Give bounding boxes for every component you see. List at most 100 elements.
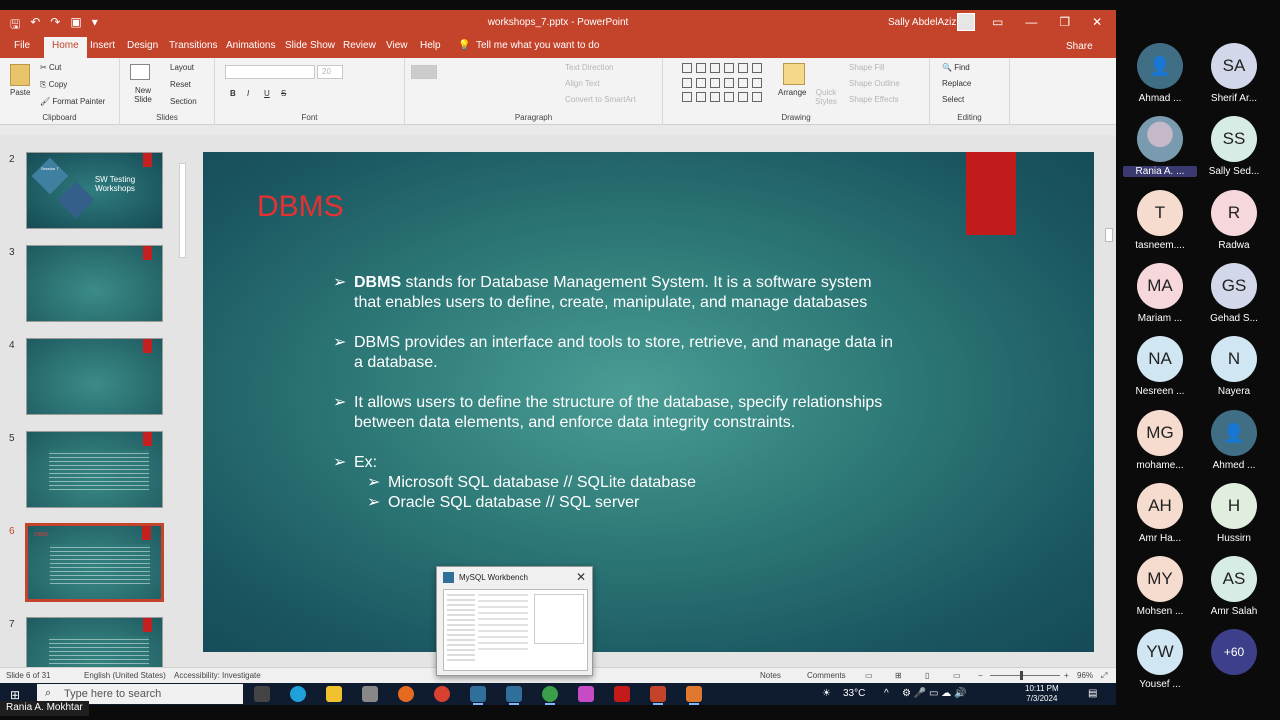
participant-tile[interactable]: SA Sherif Ar... <box>1197 43 1271 115</box>
fit-slide-icon[interactable]: ⤢ <box>1101 671 1107 681</box>
font-name-box[interactable] <box>225 65 315 79</box>
participant-tile[interactable]: NA Nesreen ... <box>1123 336 1197 408</box>
tab-insert[interactable]: Insert <box>90 40 115 51</box>
participant-tile[interactable]: AS Amr Salah <box>1197 556 1271 628</box>
account-avatar[interactable] <box>957 13 975 31</box>
account-name[interactable]: Sally AbdelAziz <box>888 17 956 28</box>
zoom-slider[interactable] <box>990 675 1060 676</box>
weather-temp[interactable]: 33°C <box>843 688 865 699</box>
bold-button[interactable]: B <box>230 89 236 98</box>
participant-tile[interactable]: YW Yousef ... <box>1123 629 1197 701</box>
zoom-slider-knob[interactable] <box>1020 671 1023 680</box>
participant-tile[interactable]: MA Mariam ... <box>1123 262 1197 335</box>
participant-tile[interactable]: Ttasneem.... <box>1123 189 1197 262</box>
tab-home[interactable]: Home <box>44 37 87 58</box>
text-direction-button[interactable]: Text Direction <box>565 63 613 72</box>
slide-canvas[interactable]: DBMS ➢ DBMS stands for Database Manageme… <box>203 152 1094 652</box>
edge-icon[interactable] <box>290 686 306 702</box>
shapes-gallery[interactable] <box>682 63 764 105</box>
arrange-icon[interactable] <box>783 63 805 85</box>
file-explorer-icon[interactable] <box>326 686 342 702</box>
zoom-level[interactable]: 96% <box>1077 671 1093 680</box>
copy-button[interactable]: ⎘ Copy <box>40 80 67 90</box>
participant-tile[interactable]: H Hussirn <box>1197 482 1271 555</box>
firefox-icon[interactable] <box>398 686 414 702</box>
participant-tile[interactable]: AH Amr Ha... <box>1123 482 1197 555</box>
tab-help[interactable]: Help <box>420 40 441 51</box>
cut-button[interactable]: ✂ Cut <box>40 63 61 72</box>
slide-thumbnail-2[interactable]: 2 Session 7 SW Testing Workshops <box>0 152 180 232</box>
weather-icon[interactable]: ☀ <box>822 688 831 699</box>
slide-thumbnail-3[interactable]: 3 <box>0 245 180 325</box>
more-participants-button[interactable]: +60 <box>1211 629 1257 676</box>
slide-thumbnail-6[interactable]: 6 DBMS <box>0 523 180 604</box>
taskbar-preview-popup[interactable]: MySQL Workbench ✕ <box>436 566 593 676</box>
zoom-out-icon[interactable]: − <box>978 671 983 680</box>
powerpoint-taskbar-icon[interactable] <box>650 686 666 705</box>
participant-tile[interactable]: N Nayera <box>1197 336 1271 408</box>
chrome-icon[interactable] <box>434 686 450 702</box>
close-icon[interactable]: ✕ <box>576 570 586 584</box>
quick-styles-button[interactable]: Quick Styles <box>812 88 840 106</box>
new-slide-icon[interactable] <box>130 64 150 80</box>
underline-button[interactable]: U <box>264 89 270 98</box>
find-button[interactable]: 🔍 Find <box>942 63 970 72</box>
participant-tile[interactable]: MG mohame... <box>1123 409 1197 482</box>
participant-tile[interactable]: Rania A. ... <box>1123 116 1197 188</box>
tab-file[interactable]: File <box>14 40 30 51</box>
thumbnail-scrollbar[interactable] <box>179 163 186 258</box>
format-painter-button[interactable]: 🖌 Format Painter <box>40 97 105 106</box>
layout-button[interactable]: Layout <box>170 63 194 72</box>
close-icon[interactable]: ✕ <box>1092 15 1102 29</box>
participant-tile[interactable]: R Radwa <box>1197 189 1271 262</box>
slide-thumbnail-4[interactable]: 4 <box>0 338 180 418</box>
paste-icon[interactable] <box>10 64 30 86</box>
window-preview[interactable] <box>443 589 588 671</box>
app-icon[interactable] <box>578 686 594 702</box>
normal-view-icon[interactable]: ▭ <box>865 671 873 680</box>
notifications-icon[interactable]: ▤ <box>1088 688 1097 699</box>
acrobat-icon[interactable] <box>614 686 630 702</box>
strike-button[interactable]: S <box>281 89 286 98</box>
select-button[interactable]: Select <box>942 95 964 104</box>
tab-animations[interactable]: Animations <box>226 40 275 51</box>
replace-button[interactable]: Replace <box>942 79 971 88</box>
reading-view-icon[interactable]: ▯ <box>925 671 929 680</box>
arrange-button[interactable]: Arrange <box>778 88 806 97</box>
reset-button[interactable]: Reset <box>170 80 191 89</box>
restore-icon[interactable]: ❐ <box>1059 15 1070 29</box>
shape-fill-button[interactable]: Shape Fill <box>849 63 885 72</box>
slideshow-icon[interactable]: ▭ <box>953 671 961 680</box>
align-text-button[interactable]: Align Text <box>565 79 600 88</box>
participant-tile[interactable]: GS Gehad S... <box>1197 262 1271 335</box>
tab-view[interactable]: View <box>386 40 408 51</box>
slide-body[interactable]: ➢ DBMS stands for Database Management Sy… <box>333 273 893 513</box>
new-slide-button[interactable]: New Slide <box>128 86 158 104</box>
minimize-icon[interactable]: — <box>1025 15 1037 29</box>
tray-icons[interactable]: ⚙ 🎤 ▭ ☁ 🔊 <box>902 688 966 699</box>
tell-me-search[interactable]: Tell me what you want to do <box>476 40 599 51</box>
accessibility-status[interactable]: Accessibility: Investigate <box>174 671 261 680</box>
participant-tile[interactable]: MY Mohsen ... <box>1123 556 1197 628</box>
italic-button[interactable]: I <box>247 89 249 98</box>
task-view-icon[interactable] <box>254 686 270 702</box>
clock[interactable]: 10:11 PM 7/3/2024 <box>1025 684 1059 704</box>
language[interactable]: English (United States) <box>84 671 166 680</box>
teams-taskbar-icon[interactable] <box>686 686 702 705</box>
notes-button[interactable]: Notes <box>760 671 781 680</box>
slide-scrollbar[interactable] <box>1103 135 1115 667</box>
tab-slide-show[interactable]: Slide Show <box>285 40 335 51</box>
font-size-box[interactable]: 20 <box>317 65 343 79</box>
share-button[interactable]: Share <box>1066 41 1093 52</box>
mysql-workbench-taskbar-icon-2[interactable] <box>506 686 522 705</box>
participant-tile[interactable]: +60 <box>1197 629 1271 701</box>
zoom-in-icon[interactable]: + <box>1064 671 1069 680</box>
comments-button[interactable]: Comments <box>807 671 846 680</box>
windows-start-icon[interactable]: ⊞ <box>10 688 20 702</box>
smartart-button[interactable]: Convert to SmartArt <box>565 95 636 104</box>
mysql-workbench-taskbar-icon[interactable] <box>470 686 486 705</box>
ribbon-display-icon[interactable]: ▭ <box>992 15 1003 29</box>
mail-icon[interactable] <box>362 686 378 702</box>
tab-review[interactable]: Review <box>343 40 376 51</box>
section-button[interactable]: Section <box>170 97 197 106</box>
